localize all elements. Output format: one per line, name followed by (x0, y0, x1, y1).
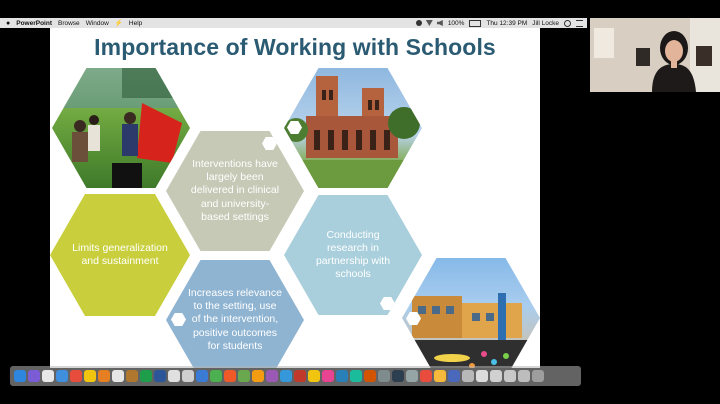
menu-item-window[interactable]: Window (86, 20, 109, 27)
dock-app-icon[interactable] (350, 370, 362, 382)
hex-interventions: Interventions have largely been delivere… (166, 131, 304, 251)
dock-app-icon[interactable] (392, 370, 404, 382)
dock-app-icon[interactable] (14, 370, 26, 382)
webcam-video[interactable] (590, 18, 720, 92)
dock-app-icon[interactable] (476, 370, 488, 382)
hex-increases-relevance: Increases relevance to the setting, use … (166, 260, 304, 368)
dock-app-icon[interactable] (518, 370, 530, 382)
menu-app-name[interactable]: PowerPoint (16, 20, 52, 27)
dock-app-icon[interactable] (336, 370, 348, 382)
dock-app-icon[interactable] (308, 370, 320, 382)
dock-app-icon[interactable] (98, 370, 110, 382)
battery-icon[interactable] (469, 19, 482, 27)
dock-app-icon[interactable] (266, 370, 278, 382)
webcam-person (590, 18, 720, 92)
status-icons[interactable] (415, 20, 443, 26)
dock-app-icon[interactable] (280, 370, 292, 382)
dock-app-icon[interactable] (434, 370, 446, 382)
dock-app-icon[interactable] (42, 370, 54, 382)
dock-app-icon[interactable] (196, 370, 208, 382)
dock-app-icon[interactable] (140, 370, 152, 382)
dock-app-icon[interactable] (532, 370, 544, 382)
dock (10, 366, 581, 386)
menu-item-browse[interactable]: Browse (58, 20, 80, 27)
dock-app-icon[interactable] (420, 370, 432, 382)
slide-title: Importance of Working with Schools (94, 34, 496, 60)
menu-bar: ● PowerPoint Browse Window ⚡ Help 100% T… (0, 18, 587, 28)
hex-limits: Limits generalization and sustainment (50, 194, 190, 316)
battery-percent[interactable]: 100% (448, 20, 465, 27)
record-icon[interactable] (415, 20, 422, 26)
dock-app-icon[interactable] (238, 370, 250, 382)
dock-app-icon[interactable] (154, 370, 166, 382)
dock-app-icon[interactable] (252, 370, 264, 382)
clock[interactable]: Thu 12:39 PM (486, 20, 527, 27)
dock-app-icon[interactable] (294, 370, 306, 382)
presentation-slide: Importance of Working with Schools Inter… (50, 28, 540, 368)
dock-app-icon[interactable] (70, 370, 82, 382)
apple-icon[interactable]: ● (6, 20, 10, 27)
children-playing-photo (52, 68, 190, 188)
volume-icon[interactable] (436, 20, 443, 26)
hex-conducting-research: Conducting research in partnership with … (284, 195, 422, 315)
menu-item-help[interactable]: Help (129, 20, 142, 27)
dock-app-icon[interactable] (364, 370, 376, 382)
dock-app-icon[interactable] (28, 370, 40, 382)
university-building-photo (284, 68, 422, 188)
dock-app-icon[interactable] (462, 370, 474, 382)
dock-app-icon[interactable] (182, 370, 194, 382)
dock-app-icon[interactable] (210, 370, 222, 382)
school-courtyard-photo (402, 258, 540, 368)
wifi-icon[interactable] (425, 20, 433, 26)
dock-app-icon[interactable] (322, 370, 334, 382)
hex-research-text: Conducting research in partnership with … (315, 228, 391, 281)
courtyard-illustration (402, 293, 540, 368)
dock-app-icon[interactable] (224, 370, 236, 382)
dock-app-icon[interactable] (490, 370, 502, 382)
notification-icon[interactable] (576, 19, 583, 27)
dock-app-icon[interactable] (378, 370, 390, 382)
dock-app-icon[interactable] (504, 370, 516, 382)
hex-limits-text: Limits generalization and sustainment (72, 241, 168, 267)
dock-app-icon[interactable] (112, 370, 124, 382)
search-icon[interactable] (564, 19, 571, 27)
dock-app-icon[interactable] (168, 370, 180, 382)
dock-app-icon[interactable] (126, 370, 138, 382)
hex-relevance-text: Increases relevance to the setting, use … (188, 287, 282, 352)
dock-app-icon[interactable] (448, 370, 460, 382)
lightning-icon[interactable]: ⚡ (115, 19, 123, 27)
dock-app-icon[interactable] (84, 370, 96, 382)
user-name[interactable]: Jill Locke (532, 20, 559, 27)
hex-interventions-text: Interventions have largely been delivere… (190, 158, 280, 223)
children-playing-illustration (52, 68, 190, 188)
building-illustration (284, 76, 422, 188)
dock-app-icon[interactable] (56, 370, 68, 382)
dock-app-icon[interactable] (406, 370, 418, 382)
